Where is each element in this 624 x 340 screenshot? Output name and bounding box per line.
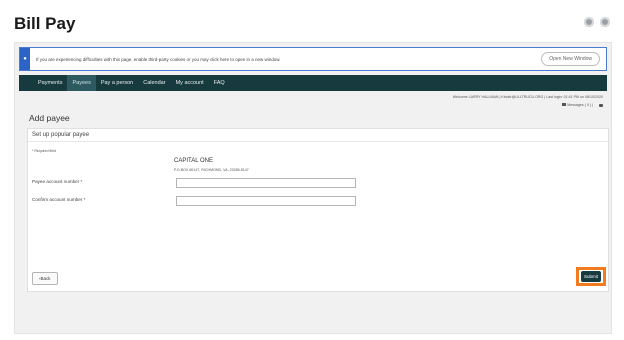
info-icon: ● xyxy=(20,48,30,70)
main-nav: Payments Payees Pay a person Calendar My… xyxy=(19,75,607,91)
nav-calendar[interactable]: Calendar xyxy=(138,75,170,91)
payee-name: CAPITAL ONE xyxy=(174,158,214,164)
cookie-notice: ● If you are experiencing difficulties w… xyxy=(19,47,607,71)
notice-text: If you are experiencing difficulties wit… xyxy=(36,56,281,62)
back-button[interactable]: ‹Back xyxy=(32,272,58,285)
page-title: Bill Pay xyxy=(14,14,76,33)
help-icon[interactable] xyxy=(600,17,610,27)
add-payee-card: Set up popular payee * Required field CA… xyxy=(27,128,609,292)
nav-payments[interactable]: Payments xyxy=(33,75,67,91)
account-number-input[interactable] xyxy=(176,178,356,188)
nav-faq[interactable]: FAQ xyxy=(209,75,230,91)
section-title: Add payee xyxy=(29,113,70,123)
mail-icon xyxy=(562,103,567,106)
back-label: Back xyxy=(40,276,51,281)
nav-payees[interactable]: Payees xyxy=(67,75,96,91)
welcome-text: Welcome LARRY HALLMAN | Kbcktr@ULLTRUCU.… xyxy=(452,95,603,99)
card-title: Set up popular payee xyxy=(28,129,608,142)
header-icons xyxy=(584,17,610,27)
submit-highlight: Submit xyxy=(576,267,606,286)
nav-my-account[interactable]: My account xyxy=(171,75,209,91)
messages-bar: Messages ( 0 ) | xyxy=(562,103,603,107)
confirm-account-input[interactable] xyxy=(176,196,356,206)
submit-button[interactable]: Submit xyxy=(581,271,601,282)
chat-icon[interactable] xyxy=(599,103,603,107)
open-new-window-button[interactable]: Open New Window xyxy=(541,52,600,66)
billpay-frame: ● If you are experiencing difficulties w… xyxy=(14,42,612,334)
required-note: * Required field xyxy=(32,149,56,153)
messages-label: Messages ( 0 ) | xyxy=(567,103,593,107)
settings-icon[interactable] xyxy=(584,17,594,27)
account-number-label: Payee account number * xyxy=(32,179,83,184)
payee-address: P.O.BOX 60147, RICHMOND, VA, 23285-5147 xyxy=(174,168,249,172)
confirm-account-label: Confirm account number * xyxy=(32,197,86,202)
nav-pay-a-person[interactable]: Pay a person xyxy=(96,75,138,91)
messages-link[interactable]: Messages ( 0 ) | xyxy=(562,103,593,107)
